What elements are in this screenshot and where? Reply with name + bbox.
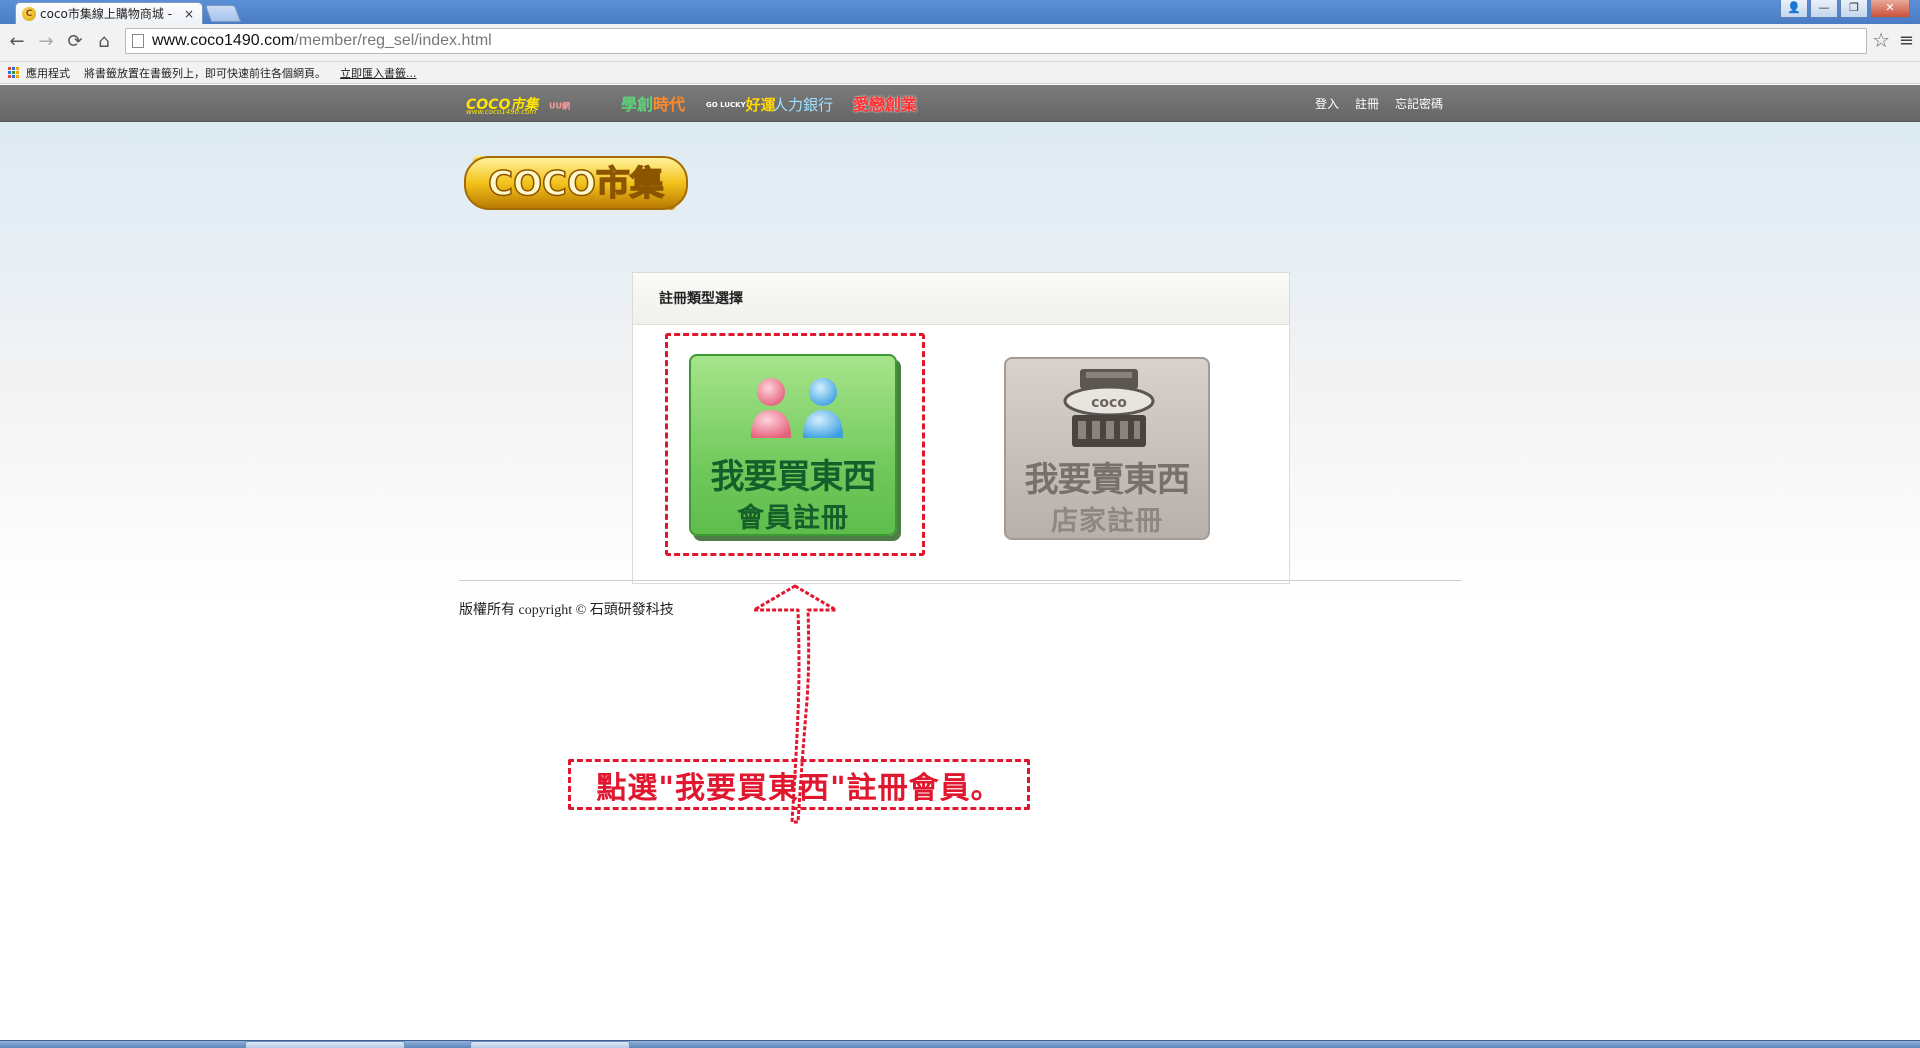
forward-button[interactable]: → bbox=[35, 31, 57, 53]
buyer-main-label: 我要買東西 bbox=[710, 457, 877, 497]
minimize-button[interactable]: — bbox=[1810, 0, 1838, 18]
panel-title: 註冊類型選擇 bbox=[633, 273, 1289, 325]
seller-main-label: 我要賣東西 bbox=[1024, 460, 1191, 500]
coco-logo-url: www.coco1490.com bbox=[466, 108, 537, 116]
buyer-sub-label: 會員註冊 bbox=[737, 503, 849, 534]
account-links: 登入 註冊 忘記密碼 bbox=[1315, 95, 1443, 112]
brand-logo-text: COCO市集 bbox=[488, 164, 664, 204]
address-bar[interactable]: www.coco1490.com/member/reg_sel/index.ht… bbox=[125, 28, 1867, 54]
restore-button[interactable]: ❐ bbox=[1840, 0, 1868, 18]
lucky-site-logo[interactable]: GO LUCKY好運 bbox=[706, 94, 776, 116]
import-bookmarks-link[interactable]: 立即匯入書籤... bbox=[340, 65, 417, 81]
browser-tab[interactable]: C coco市集線上購物商城 - × bbox=[15, 2, 203, 24]
love-startup-site-logo[interactable]: 愛戀創業 bbox=[853, 94, 917, 116]
lucky-logo-text: 好運 bbox=[745, 96, 776, 114]
copyright-text: 版權所有 copyright © 石頭研發科技 bbox=[459, 603, 674, 618]
user-icon[interactable]: 👤 bbox=[1780, 0, 1808, 18]
taskbar-button-app[interactable] bbox=[470, 1041, 630, 1048]
browser-toolbar: ← → ⟳ ⌂ www.coco1490.com/member/reg_sel/… bbox=[0, 24, 1920, 62]
footer-divider bbox=[459, 580, 1462, 581]
apps-label[interactable]: 應用程式 bbox=[26, 65, 70, 81]
job-bank-site-logo[interactable]: 人力銀行 bbox=[773, 94, 833, 116]
members-icon bbox=[751, 378, 843, 438]
close-window-button[interactable]: ✕ bbox=[1870, 0, 1910, 18]
uu-logo-small: 網 bbox=[562, 101, 570, 111]
uu-logo-text: UU bbox=[549, 101, 562, 111]
uu-site-logo[interactable]: UU網 bbox=[549, 94, 570, 116]
forgot-password-link[interactable]: 忘記密碼 bbox=[1395, 95, 1443, 112]
buyer-register-button[interactable]: 我要買東西 會員註冊 bbox=[689, 354, 897, 536]
reload-button[interactable]: ⟳ bbox=[64, 31, 86, 53]
bookmark-star-icon[interactable]: ☆ bbox=[1872, 28, 1890, 52]
bookmarks-bar: 應用程式 將書籤放置在書籤列上，即可快速前往各個網頁。 立即匯入書籤... bbox=[0, 62, 1920, 84]
taskbar-button-chrome[interactable] bbox=[245, 1041, 405, 1048]
menu-icon[interactable]: ≡ bbox=[1899, 30, 1914, 51]
window-controls: 👤 — ❐ ✕ bbox=[1780, 0, 1910, 18]
network-sites-bar: COCO市集 www.coco1490.com UU網 學創時代 GO LUCK… bbox=[0, 85, 1920, 122]
close-tab-icon[interactable]: × bbox=[182, 7, 196, 21]
url-host: www.coco1490.com bbox=[152, 32, 295, 49]
register-link[interactable]: 註冊 bbox=[1355, 95, 1379, 112]
tab-title: coco市集線上購物商城 - bbox=[40, 7, 173, 21]
svg-text:coco: coco bbox=[1091, 395, 1127, 411]
seller-sub-label: 店家註冊 bbox=[1051, 506, 1163, 537]
page-content: COCO市集 www.coco1490.com UU網 學創時代 GO LUCK… bbox=[0, 85, 1920, 1032]
home-button[interactable]: ⌂ bbox=[93, 31, 115, 53]
coco-brand-logo[interactable]: COCO市集 bbox=[461, 147, 691, 217]
title-bar: C coco市集線上購物商城 - × 👤 — ❐ ✕ bbox=[0, 0, 1920, 24]
registration-type-panel: 註冊類型選擇 我要買東西 會員註冊 coco 我要賣東西 店家註冊 bbox=[632, 272, 1290, 584]
vending-machine-icon: coco bbox=[1063, 369, 1155, 447]
bookmarks-hint: 將書籤放置在書籤列上，即可快速前往各個網頁。 bbox=[84, 66, 326, 80]
instruction-note: 點選"我要買東西"註冊會員。 bbox=[568, 759, 1030, 810]
edu-logo-text-b: 時代 bbox=[653, 95, 686, 114]
new-tab-button[interactable] bbox=[204, 5, 242, 22]
page-icon bbox=[132, 34, 144, 48]
coco-favicon-icon: C bbox=[22, 6, 36, 21]
apps-icon[interactable] bbox=[8, 66, 20, 79]
back-button[interactable]: ← bbox=[6, 31, 28, 53]
edu-logo-text-a: 學創 bbox=[621, 95, 654, 114]
login-link[interactable]: 登入 bbox=[1315, 95, 1339, 112]
url-path: /member/reg_sel/index.html bbox=[294, 32, 492, 49]
edu-site-logo[interactable]: 學創時代 bbox=[621, 94, 685, 116]
lucky-logo-small: GO LUCKY bbox=[706, 101, 746, 109]
coco-site-logo[interactable]: COCO市集 www.coco1490.com bbox=[466, 94, 538, 116]
seller-register-button[interactable]: coco 我要賣東西 店家註冊 bbox=[1004, 357, 1210, 540]
